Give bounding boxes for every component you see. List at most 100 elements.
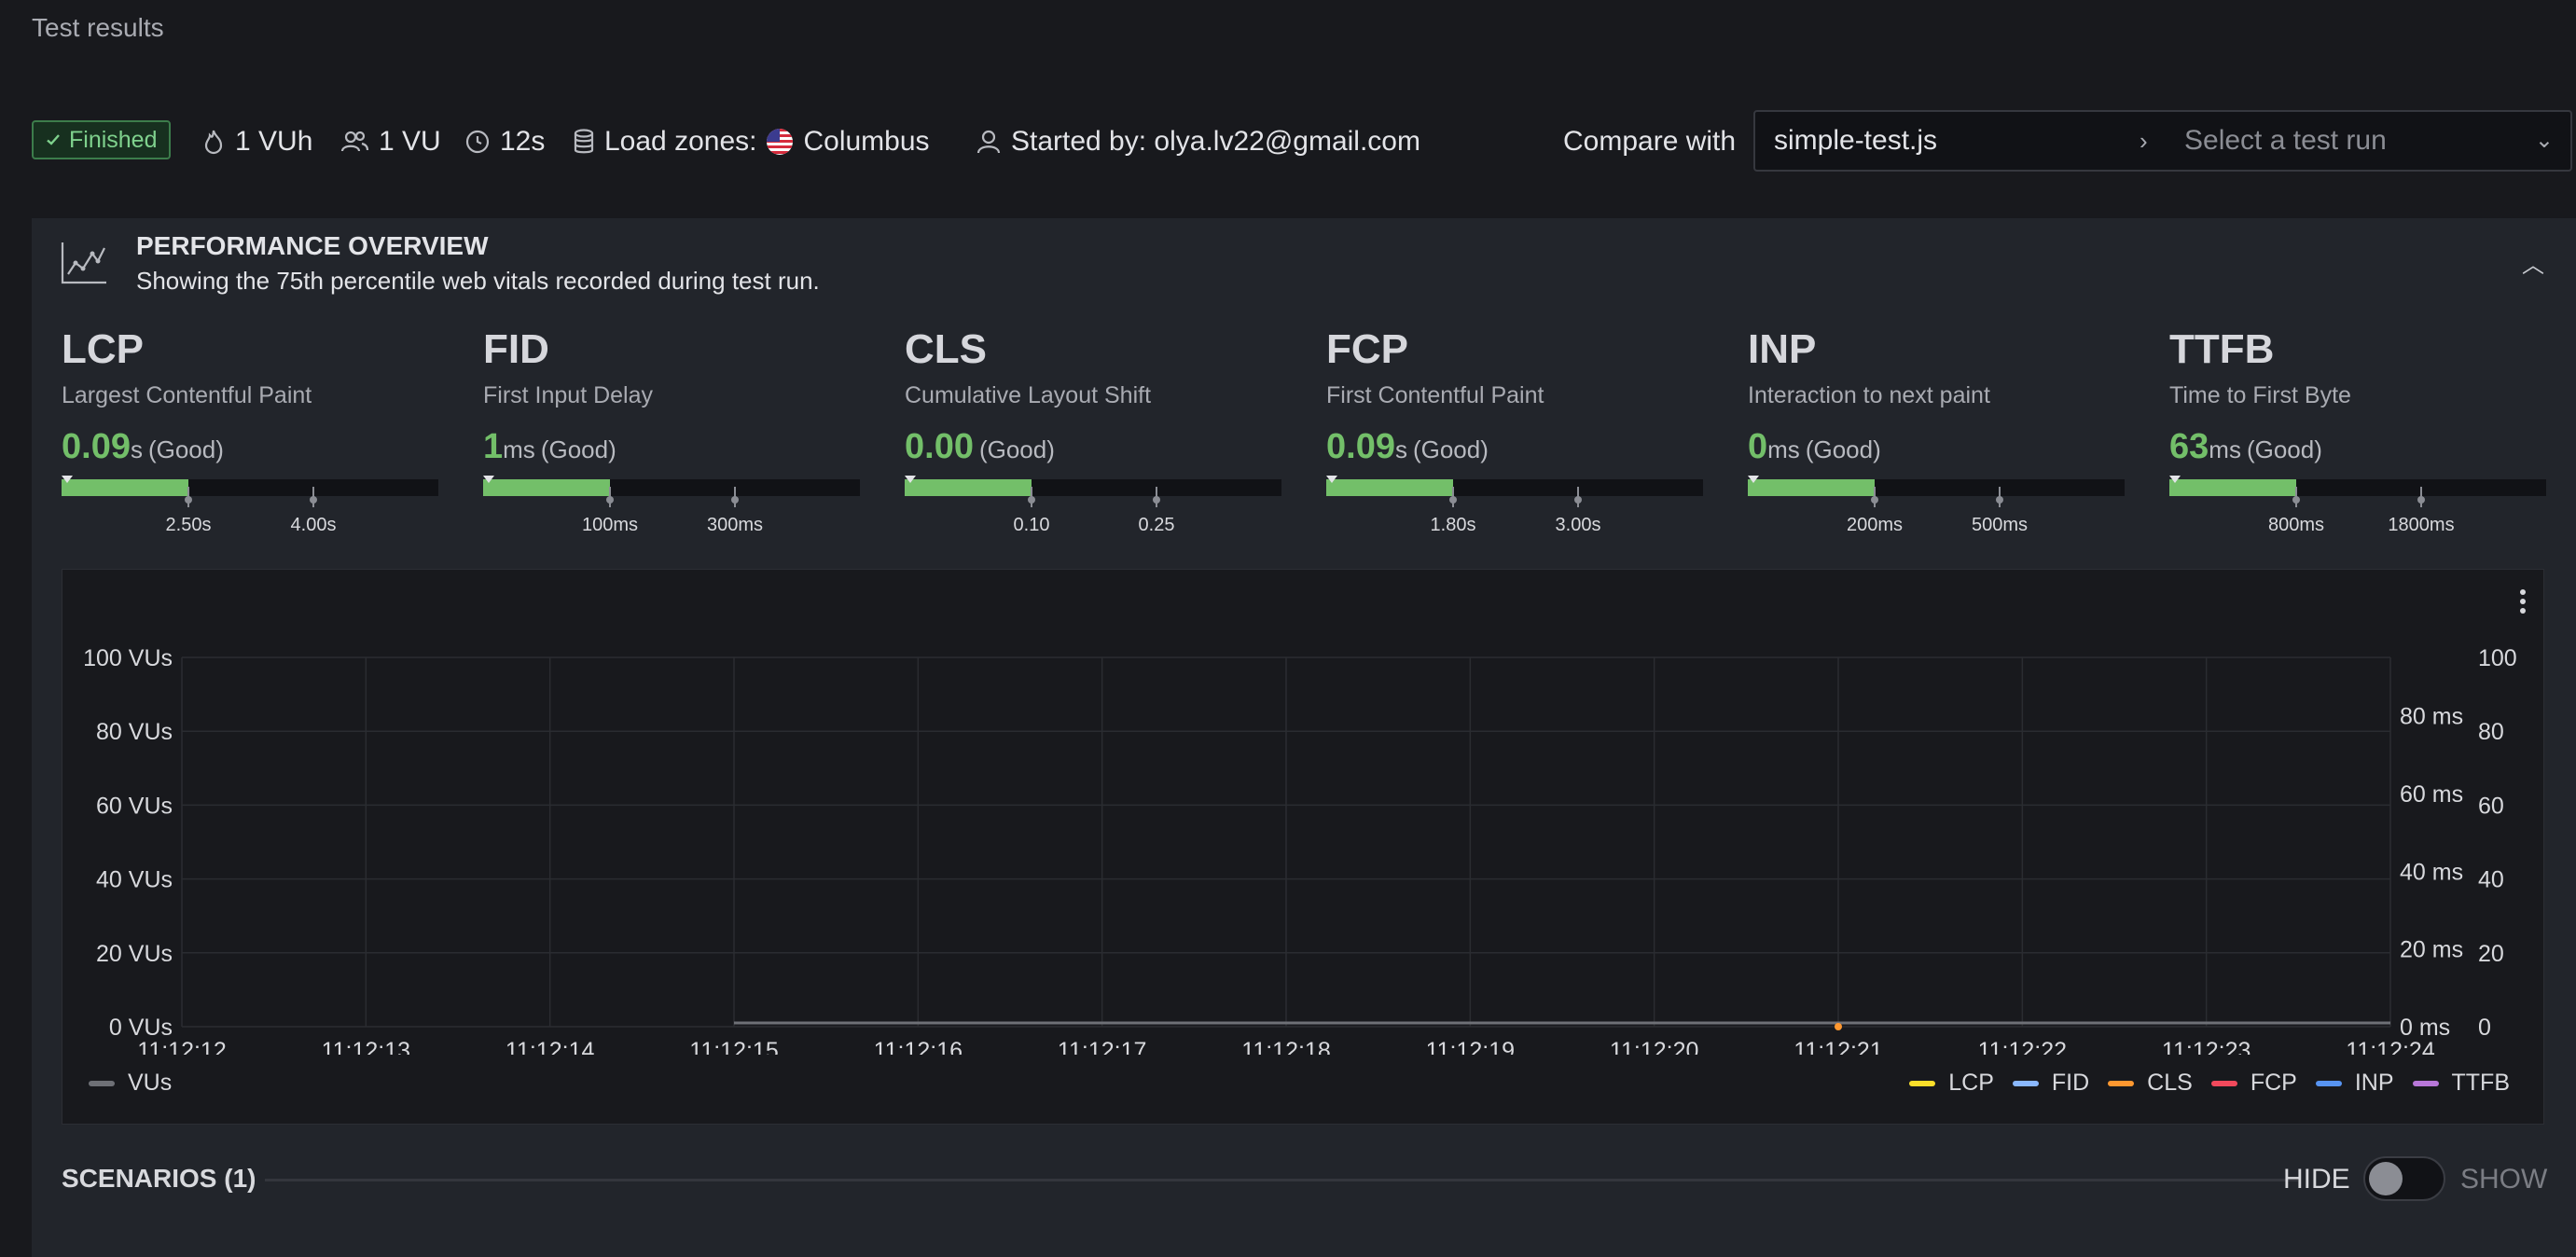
threshold-label: 1.80s <box>1430 515 1476 535</box>
y-right-tick-label: 80 <box>2478 719 2504 745</box>
y-left-tick-label: 40 VUs <box>96 867 173 893</box>
y-right-ms-tick-label: 20 ms <box>2400 937 2463 963</box>
legend-item-cls[interactable]: CLS <box>2108 1070 2193 1097</box>
vital-abbr: LCP <box>62 326 144 372</box>
legend-left: VUs <box>89 1070 172 1097</box>
vital-card-ttfb: TTFB Time to First Byte 63ms (Good) 800ms… <box>2169 326 2546 550</box>
compare-test-select[interactable]: simple-test.js <box>1774 112 1937 170</box>
threshold-dot <box>606 496 614 504</box>
threshold-label: 0.10 <box>1013 515 1050 535</box>
legend-swatch <box>2012 1080 2039 1086</box>
vital-card-cls: CLS Cumulative Layout Shift 0.00 (Good) 0… <box>905 326 1281 550</box>
legend-swatch <box>1909 1080 1936 1086</box>
vital-name: Cumulative Layout Shift <box>905 382 1152 408</box>
vital-gauge <box>483 476 860 507</box>
vital-gauge-fill <box>905 479 1032 496</box>
legend-label: TTFB <box>2451 1070 2511 1096</box>
vital-name: First Contentful Paint <box>1326 382 1544 408</box>
y-right-tick-label: 40 <box>2478 867 2504 893</box>
vital-name: Largest Contentful Paint <box>62 382 312 408</box>
y-left-tick-label: 80 VUs <box>96 719 173 745</box>
scenarios-toggle[interactable] <box>2363 1156 2445 1201</box>
vital-unit: s <box>130 435 143 463</box>
vital-card-fcp: FCP First Contentful Paint 0.09s (Good) 1… <box>1326 326 1703 550</box>
chevron-down-icon[interactable]: ⌄ <box>2535 112 2554 170</box>
legend-label: CLS <box>2147 1070 2193 1096</box>
legend-label: LCP <box>1948 1070 1994 1096</box>
threshold-dot <box>731 496 739 504</box>
vital-abbr: CLS <box>905 326 987 372</box>
legend-right: LCP FID CLS FCP INP TTFB <box>1909 1070 2510 1097</box>
us-flag-icon <box>767 129 794 155</box>
vital-marker <box>2169 476 2181 483</box>
database-icon <box>574 129 594 154</box>
vital-value: 0.00 (Good) <box>905 427 1055 467</box>
vital-unit: ms <box>503 435 535 463</box>
vital-marker <box>905 476 916 483</box>
threshold-dot <box>1871 496 1878 504</box>
chevron-up-icon[interactable]: ︿ <box>2522 246 2544 279</box>
vital-rating: (Good) <box>1805 435 1881 463</box>
legend-item-ttfb[interactable]: TTFB <box>2412 1070 2511 1097</box>
hide-label[interactable]: HIDE <box>2283 1164 2350 1195</box>
legend-item-lcp[interactable]: LCP <box>1909 1070 1994 1097</box>
scenarios-title: SCENARIOS (1) <box>62 1164 256 1193</box>
x-tick-label: 11:12:23 <box>2162 1038 2251 1055</box>
threshold-dot <box>1996 496 2003 504</box>
y-right-tick-label: 20 <box>2478 941 2504 967</box>
legend-label: FID <box>2051 1070 2090 1096</box>
test-run-select[interactable]: Select a test run <box>2184 112 2387 170</box>
performance-overview-panel: PERFORMANCE OVERVIEW Showing the 75th pe… <box>32 218 2576 1257</box>
legend-item-fid[interactable]: FID <box>2012 1070 2090 1097</box>
x-tick-label: 11:12:13 <box>322 1038 410 1055</box>
legend-item-inp[interactable]: INP <box>2315 1070 2394 1097</box>
legend-label: VUs <box>128 1070 173 1096</box>
threshold-dot <box>185 496 192 504</box>
show-label[interactable]: SHOW <box>2460 1164 2547 1195</box>
vital-abbr: INP <box>1748 326 1817 372</box>
vital-value: 0.09s (Good) <box>62 427 224 467</box>
legend-swatch <box>89 1080 115 1086</box>
vu-value: 1 VU <box>379 126 441 157</box>
x-tick-label: 11:12:21 <box>1794 1038 1882 1055</box>
vital-marker <box>62 476 73 483</box>
vital-gauge <box>1748 476 2125 507</box>
legend-swatch <box>2315 1080 2342 1086</box>
vital-number: 0.00 <box>905 427 974 466</box>
vital-abbr: FID <box>483 326 549 372</box>
vital-abbr: TTFB <box>2169 326 2275 372</box>
chart-line-icon <box>61 242 106 284</box>
legend-item-fcp[interactable]: FCP <box>2210 1070 2297 1097</box>
x-tick-label: 11:12:19 <box>1426 1038 1515 1055</box>
x-tick-label: 11:12:22 <box>1978 1038 2067 1055</box>
threshold-dot <box>2292 496 2300 504</box>
chevron-right-icon: › <box>2140 127 2148 155</box>
legend-swatch <box>2412 1080 2439 1086</box>
toggle-knob <box>2369 1162 2403 1195</box>
vital-gauge <box>1326 476 1703 507</box>
vital-gauge-fill <box>62 479 188 496</box>
legend-swatch <box>2108 1080 2135 1086</box>
y-right-tick-label: 100 <box>2478 645 2517 671</box>
series-point-cls <box>1835 1023 1842 1030</box>
vital-name: Time to First Byte <box>2169 382 2351 408</box>
legend-item-vus[interactable]: VUs <box>89 1070 172 1097</box>
performance-title: PERFORMANCE OVERVIEW <box>136 231 489 260</box>
vital-name: First Input Delay <box>483 382 654 408</box>
threshold-label: 100ms <box>581 515 639 535</box>
vital-unit: ms <box>1767 435 1800 463</box>
vital-value: 1ms (Good) <box>483 427 616 467</box>
vital-gauge-fill <box>2169 479 2296 496</box>
y-left-tick-label: 100 VUs <box>83 645 173 671</box>
load-zones: Load zones: Columbus <box>573 123 930 160</box>
x-tick-label: 11:12:15 <box>689 1038 778 1055</box>
started-by-text: Started by: olya.lv22@gmail.com <box>1011 126 1420 157</box>
users-icon <box>340 131 369 152</box>
page-title: Test results <box>32 13 164 42</box>
user-icon <box>976 130 1001 154</box>
y-right-ms-tick-label: 80 ms <box>2400 704 2463 730</box>
threshold-dot <box>310 496 317 504</box>
vital-gauge <box>62 476 438 507</box>
vital-rating: (Good) <box>978 435 1055 463</box>
legend-label: FCP <box>2250 1070 2297 1096</box>
